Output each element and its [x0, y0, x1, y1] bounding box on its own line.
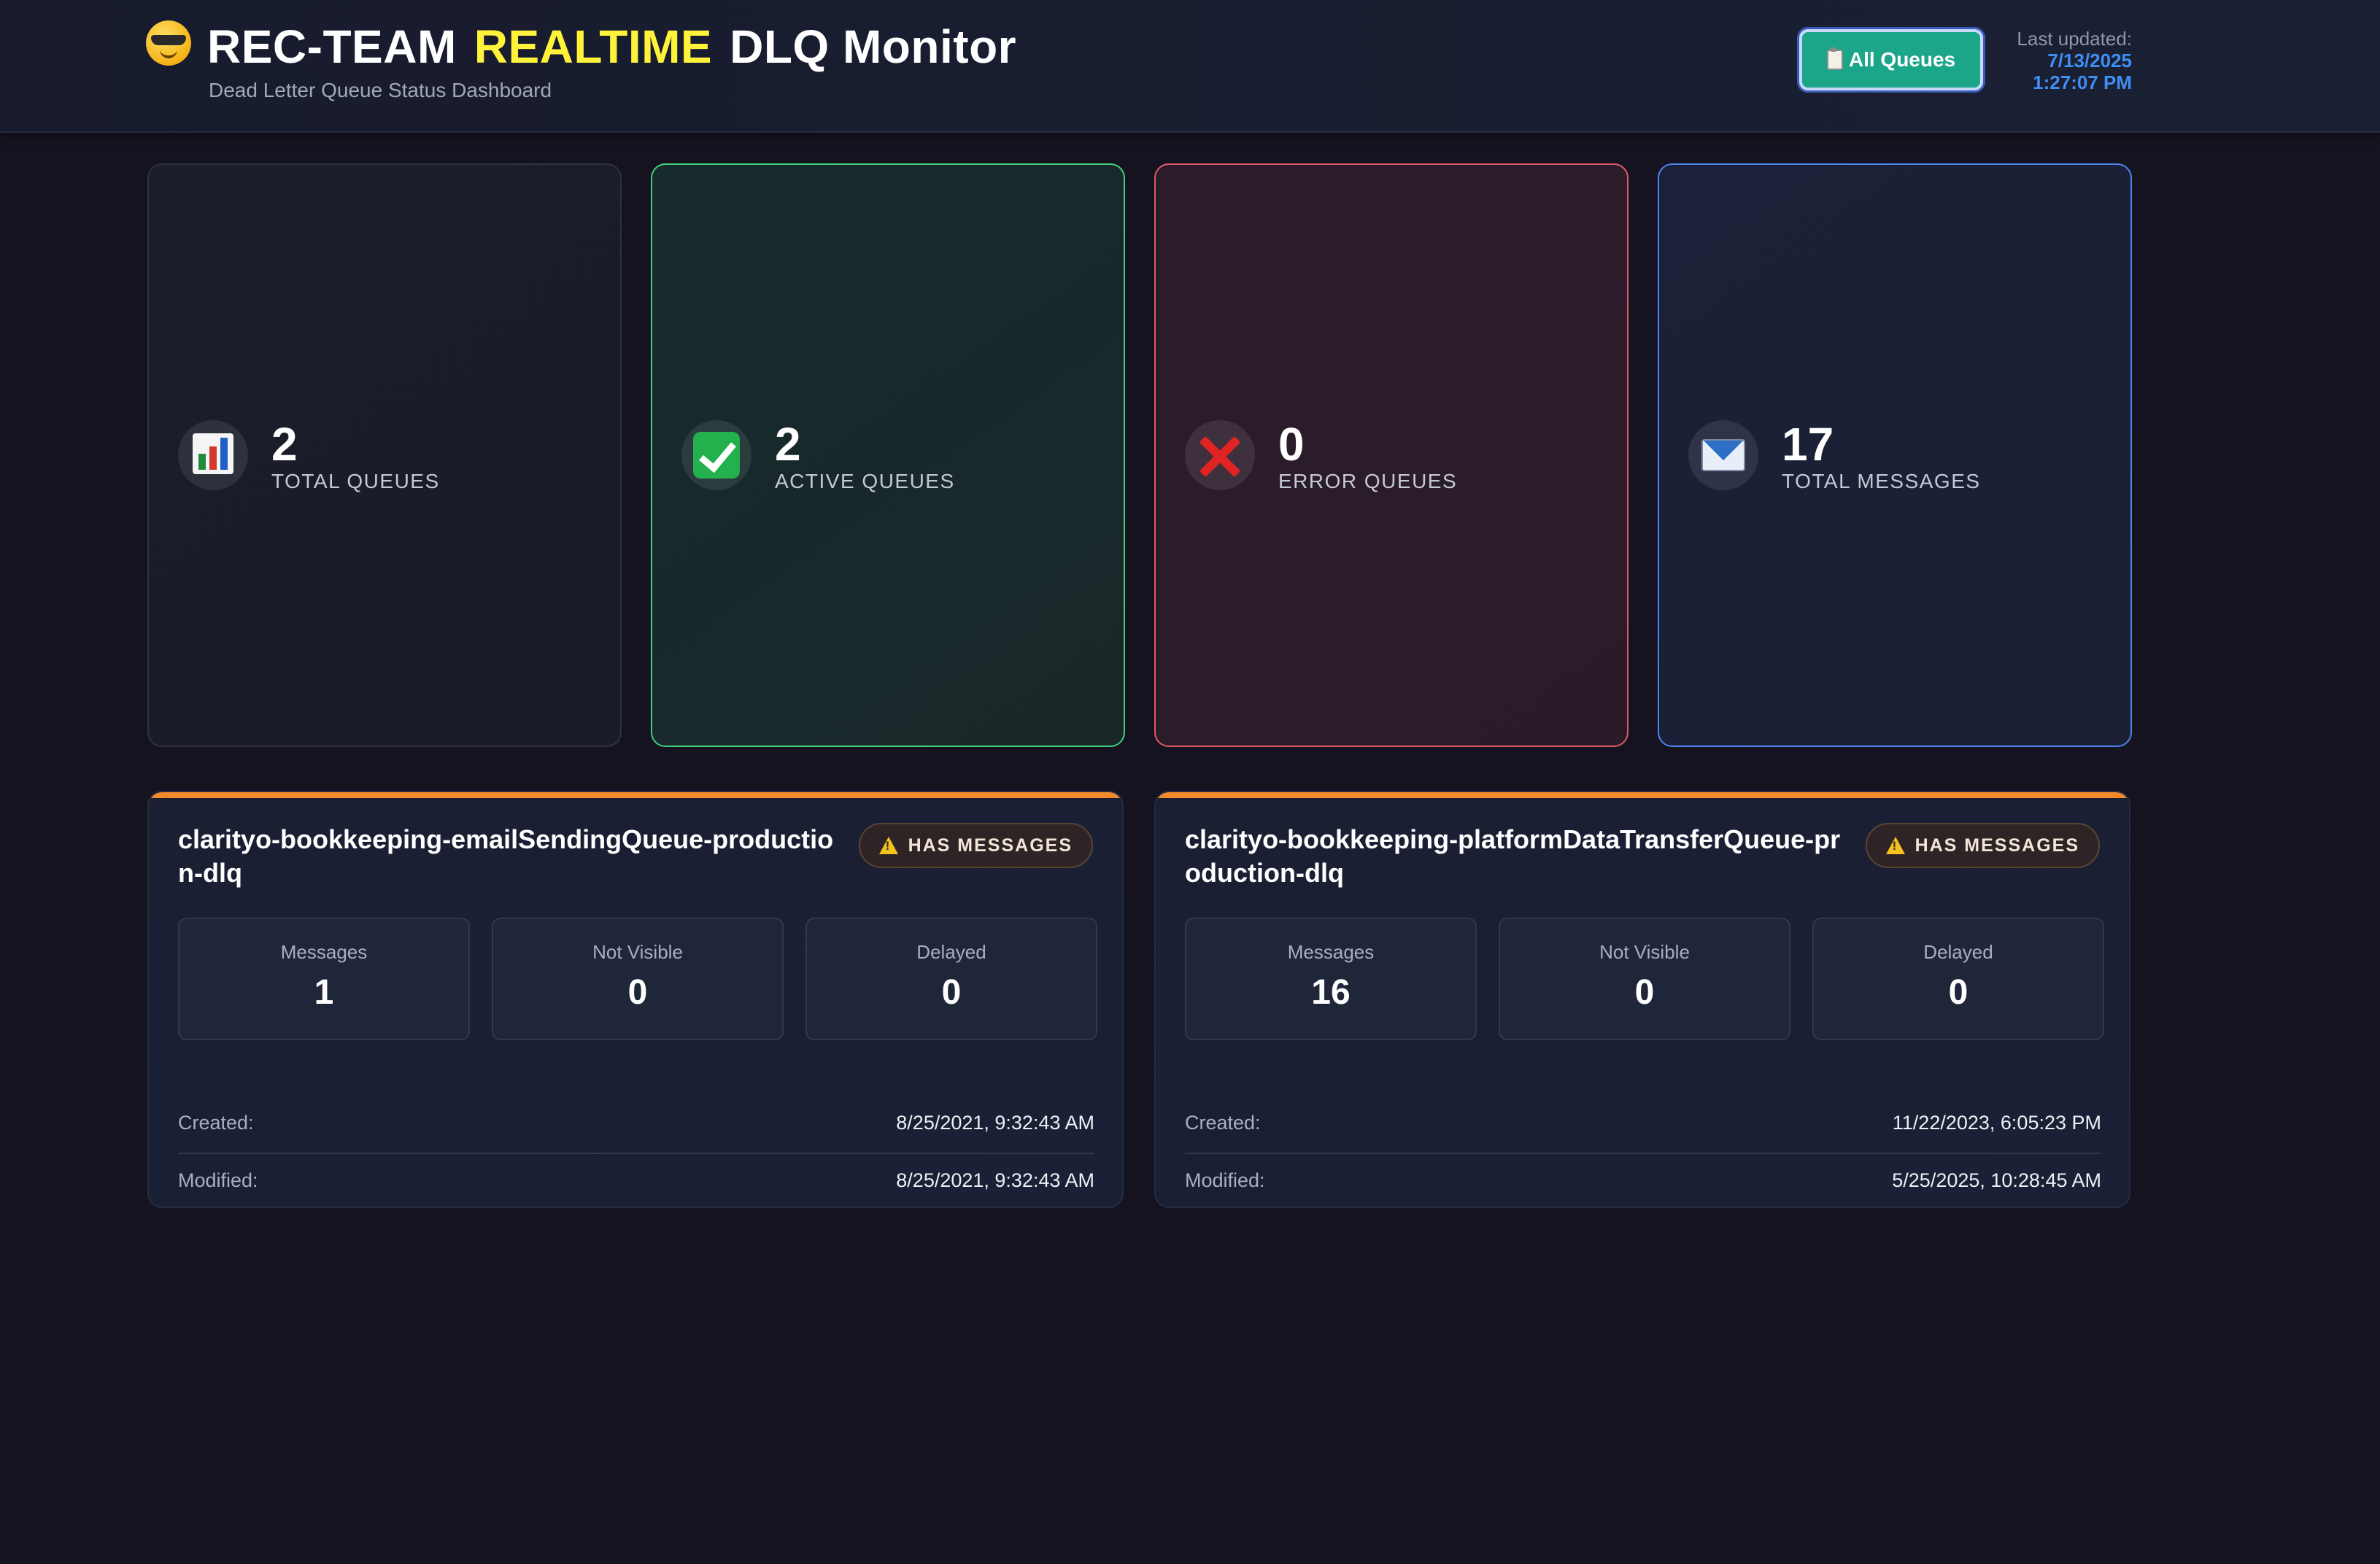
- clipboard-icon: [1826, 47, 1843, 70]
- stat-card-error-queues: 0 ERROR QUEUES: [1154, 163, 1628, 747]
- queue-name: clarityo-bookkeeping-platformDataTransfe…: [1185, 824, 1841, 888]
- title-dlq-monitor: DLQ Monitor: [730, 20, 1017, 73]
- metric-label: Not Visible: [1599, 941, 1690, 963]
- metric-label: Messages: [1287, 941, 1375, 963]
- created-row: Created: 8/25/2021, 9:32:43 AM: [178, 1093, 1094, 1154]
- last-updated: Last updated: 7/13/2025 1:27:07 PM: [2017, 28, 2132, 93]
- stat-label: ERROR QUEUES: [1278, 470, 1458, 492]
- created-label: Created:: [1185, 1111, 1261, 1134]
- status-badge-label: HAS MESSAGES: [908, 835, 1073, 856]
- metric-label: Delayed: [1923, 941, 1993, 963]
- stat-label: ACTIVE QUEUES: [775, 470, 955, 492]
- created-value: 8/25/2021, 9:32:43 AM: [896, 1111, 1094, 1134]
- title-realtime: REALTIME: [474, 20, 713, 73]
- all-queues-button[interactable]: All Queues: [1799, 29, 1983, 90]
- dashboard-header: REC-TEAM REALTIME DLQ Monitor Dead Lette…: [0, 0, 2380, 133]
- modified-row: Modified: 8/25/2021, 9:32:43 AM: [178, 1154, 1094, 1207]
- metric-label: Not Visible: [592, 941, 683, 963]
- metric-value: 0: [1634, 973, 1655, 1012]
- stat-card-total-queues: 2 TOTAL QUEUES: [147, 163, 622, 747]
- metric-value: 0: [941, 973, 962, 1012]
- stat-label: TOTAL MESSAGES: [1782, 470, 1981, 492]
- check-mark-icon: [681, 420, 752, 490]
- last-updated-time: 1:27:07 PM: [2033, 71, 2132, 93]
- last-updated-label: Last updated:: [2017, 28, 2132, 50]
- last-updated-date: 7/13/2025: [2047, 50, 2132, 71]
- all-queues-button-label: All Queues: [1848, 48, 1956, 71]
- created-row: Created: 11/22/2023, 6:05:23 PM: [1185, 1093, 2101, 1154]
- stat-value: 17: [1782, 418, 1834, 471]
- stat-value: 2: [775, 418, 801, 471]
- metric-value: 0: [627, 973, 648, 1012]
- stat-value: 0: [1278, 418, 1305, 471]
- modified-label: Modified:: [1185, 1169, 1265, 1191]
- metric-label: Messages: [280, 941, 368, 963]
- metric-value: 16: [1311, 973, 1351, 1012]
- metric-not-visible: Not Visible 0: [492, 918, 784, 1040]
- stat-label: TOTAL QUEUES: [271, 470, 440, 492]
- created-value: 11/22/2023, 6:05:23 PM: [1892, 1111, 2101, 1134]
- metric-not-visible: Not Visible 0: [1499, 918, 1790, 1040]
- status-badge: HAS MESSAGES: [1865, 823, 2100, 868]
- warning-icon: [878, 837, 898, 854]
- queue-card[interactable]: clarityo-bookkeeping-emailSendingQueue-p…: [147, 791, 1124, 1208]
- sunglasses-face-icon: [146, 20, 191, 66]
- queue-name: clarityo-bookkeeping-emailSendingQueue-p…: [178, 824, 834, 888]
- status-badge-label: HAS MESSAGES: [1915, 835, 2079, 856]
- modified-label: Modified:: [178, 1169, 258, 1191]
- stat-card-active-queues: 2 ACTIVE QUEUES: [651, 163, 1125, 747]
- warning-bar: [149, 792, 1122, 798]
- title-team: REC-TEAM: [207, 20, 457, 73]
- modified-row: Modified: 5/25/2025, 10:28:45 AM: [1185, 1154, 2101, 1207]
- metric-value: 0: [1948, 973, 1968, 1012]
- dashboard-subtitle: Dead Letter Queue Status Dashboard: [209, 79, 552, 101]
- metric-label: Delayed: [916, 941, 986, 963]
- warning-icon: [1885, 837, 1905, 854]
- created-label: Created:: [178, 1111, 254, 1134]
- metric-messages: Messages 1: [178, 918, 470, 1040]
- metric-delayed: Delayed 0: [1812, 918, 2104, 1040]
- modified-value: 5/25/2025, 10:28:45 AM: [1892, 1169, 2101, 1191]
- cross-mark-icon: [1185, 420, 1255, 490]
- metric-value: 1: [314, 973, 334, 1012]
- status-badge: HAS MESSAGES: [858, 823, 1093, 868]
- metric-messages: Messages 16: [1185, 918, 1477, 1040]
- stat-card-total-messages: 17 TOTAL MESSAGES: [1658, 163, 2132, 747]
- bar-chart-icon: [178, 420, 248, 490]
- modified-value: 8/25/2021, 9:32:43 AM: [896, 1169, 1094, 1191]
- warning-bar: [1156, 792, 2129, 798]
- stat-value: 2: [271, 418, 298, 471]
- dashboard-title: REC-TEAM REALTIME DLQ Monitor: [146, 18, 1016, 76]
- metric-delayed: Delayed 0: [805, 918, 1097, 1040]
- envelope-icon: [1688, 420, 1758, 490]
- queue-card[interactable]: clarityo-bookkeeping-platformDataTransfe…: [1154, 791, 2130, 1208]
